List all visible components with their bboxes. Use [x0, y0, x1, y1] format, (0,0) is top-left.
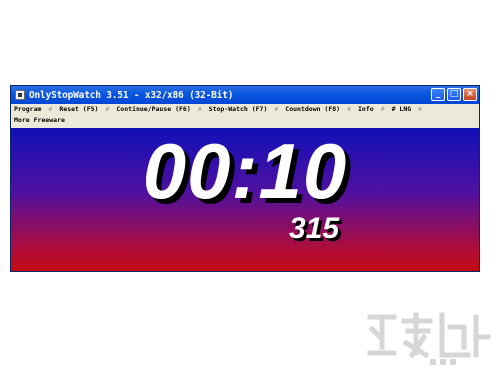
- menu-separator: #: [380, 105, 385, 113]
- window-title: OnlyStopWatch 3.51 - x32/x86 (32-Bit): [29, 89, 234, 101]
- menu-more-freeware[interactable]: More Freeware: [14, 115, 65, 126]
- close-icon: ×: [466, 89, 474, 99]
- maximize-button[interactable]: □: [447, 88, 461, 101]
- menu-separator: #: [48, 105, 53, 113]
- app-window: OnlyStopWatch 3.51 - x32/x86 (32-Bit) _ …: [10, 85, 480, 272]
- minimize-icon: _: [435, 89, 441, 99]
- menu-separator: #: [418, 105, 423, 113]
- menu-stop-watch[interactable]: Stop-Watch (F7): [209, 104, 268, 115]
- menu-row-2: More Freeware: [14, 115, 479, 126]
- maximize-icon: □: [449, 89, 459, 99]
- site-watermark-logo: [364, 307, 494, 371]
- menu-reset[interactable]: Reset (F5): [59, 104, 98, 115]
- elapsed-time: 00:10: [142, 128, 348, 215]
- menu-separator: #: [347, 105, 352, 113]
- menu-row-1: Program # Reset (F5) # Continue/Pause (F…: [14, 104, 479, 115]
- menu-bar: Program # Reset (F5) # Continue/Pause (F…: [11, 104, 479, 128]
- menu-language[interactable]: # LNG: [392, 104, 412, 115]
- menu-continue-pause[interactable]: Continue/Pause (F6): [116, 104, 190, 115]
- menu-separator: #: [274, 105, 279, 113]
- app-icon[interactable]: [15, 90, 25, 100]
- menu-separator: #: [197, 105, 202, 113]
- close-button[interactable]: ×: [463, 88, 477, 101]
- menu-info[interactable]: Info: [358, 104, 374, 115]
- menu-separator: #: [105, 105, 110, 113]
- stopwatch-display: 00:10 315: [11, 128, 479, 271]
- menu-countdown[interactable]: Countdown (F8): [285, 104, 340, 115]
- elapsed-milliseconds: 315: [289, 212, 340, 245]
- window-controls: _ □ ×: [431, 88, 477, 101]
- menu-program[interactable]: Program: [14, 104, 41, 115]
- title-bar[interactable]: OnlyStopWatch 3.51 - x32/x86 (32-Bit) _ …: [11, 86, 479, 104]
- minimize-button[interactable]: _: [431, 88, 445, 101]
